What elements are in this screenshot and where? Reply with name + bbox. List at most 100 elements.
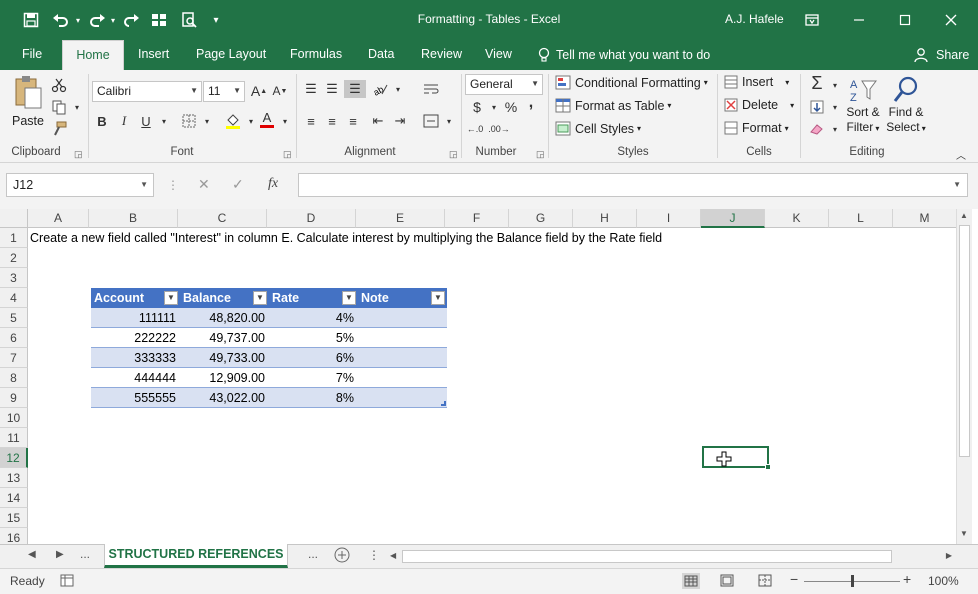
column-header-f[interactable]: F (445, 209, 509, 228)
zoom-slider[interactable] (804, 575, 900, 587)
sheets-ellipsis-right[interactable]: ... (308, 547, 318, 561)
prev-sheet-icon[interactable]: ◀ (28, 549, 36, 560)
comma-button[interactable]: , (522, 94, 540, 112)
row-header-10[interactable]: 10 (0, 408, 28, 428)
table-cell[interactable] (358, 388, 447, 408)
table-cell[interactable]: 111111 (91, 308, 180, 328)
insert-function-icon[interactable]: fx (268, 176, 278, 192)
underline-button[interactable]: U (137, 112, 155, 130)
column-header-j[interactable]: J (701, 209, 765, 228)
tab-file[interactable]: File (8, 40, 56, 70)
font-color-dropdown-icon[interactable]: ▾ (276, 112, 294, 130)
table-cell[interactable]: 12,909.00 (180, 368, 269, 388)
table-cell[interactable]: 555555 (91, 388, 180, 408)
next-sheet-icon[interactable]: ▶ (56, 549, 64, 560)
align-right-icon[interactable]: ≡ (344, 112, 362, 130)
font-size-combo[interactable]: 11 ▼ (203, 81, 245, 102)
row-header-13[interactable]: 13 (0, 468, 28, 488)
font-launcher-icon[interactable]: ◲ (283, 149, 292, 160)
row-header-9[interactable]: 9 (0, 388, 28, 408)
table-header-account[interactable]: Account ▼ (91, 288, 180, 308)
table-cell[interactable] (358, 368, 447, 388)
table-cell[interactable]: 49,733.00 (180, 348, 269, 368)
page-break-view-icon[interactable] (758, 574, 772, 590)
decrease-font-icon[interactable]: A ▼ (271, 82, 289, 100)
increase-decimal-icon[interactable]: ←.0 (466, 120, 484, 138)
horizontal-scroll-thumb[interactable] (402, 550, 892, 563)
table-resize-handle[interactable] (441, 401, 446, 406)
row-header-2[interactable]: 2 (0, 248, 28, 268)
table-cell[interactable] (358, 328, 447, 348)
table-cell[interactable]: 8% (269, 388, 358, 408)
increase-font-icon[interactable]: A ▲ (250, 82, 268, 100)
fill-dropdown-icon[interactable]: ▾ (826, 98, 844, 116)
column-header-e[interactable]: E (356, 209, 445, 228)
normal-view-icon[interactable] (682, 573, 700, 589)
number-launcher-icon[interactable]: ◲ (536, 149, 545, 160)
table-cell[interactable] (358, 308, 447, 328)
column-header-k[interactable]: K (765, 209, 829, 228)
vertical-scrollbar[interactable]: ▲ ▼ (956, 209, 972, 544)
currency-dropdown-icon[interactable]: ▾ (485, 98, 503, 116)
maximize-icon[interactable] (891, 6, 919, 34)
fill-icon[interactable] (808, 98, 826, 116)
scroll-up-icon[interactable]: ▲ (960, 211, 968, 220)
table-cell[interactable]: 5% (269, 328, 358, 348)
row-header-11[interactable]: 11 (0, 428, 28, 448)
format-as-table-button[interactable]: Format as Table ▾ (555, 98, 671, 113)
row-header-5[interactable]: 5 (0, 308, 28, 328)
tab-home[interactable]: Home (62, 40, 124, 70)
table-cell[interactable]: 43,022.00 (180, 388, 269, 408)
row-header-14[interactable]: 14 (0, 488, 28, 508)
clear-dropdown-icon[interactable]: ▾ (826, 120, 844, 138)
table-cell[interactable]: 6% (269, 348, 358, 368)
worksheet-grid[interactable]: ABCDEFGHIJKLM 1 2 3 4 5 6 7 8 9 10 11 12 13 14 15 16 Cr… (0, 209, 978, 544)
top-align-icon[interactable]: ☰ (302, 80, 320, 98)
zoom-out-icon[interactable]: − (790, 571, 798, 587)
cancel-icon[interactable]: ✕ (198, 176, 210, 193)
cell-a1[interactable]: Create a new field called "Interest" in … (30, 228, 662, 248)
tab-insert[interactable]: Insert (124, 40, 183, 70)
cell-styles-button[interactable]: Cell Styles ▾ (555, 121, 641, 136)
row-header-4[interactable]: 4 (0, 288, 28, 308)
middle-align-icon[interactable]: ☰ (323, 80, 341, 98)
filter-dropdown-icon[interactable]: ▼ (253, 291, 267, 305)
column-header-i[interactable]: I (637, 209, 701, 228)
number-format-combo[interactable]: General ▼ (465, 74, 543, 95)
table-cell[interactable]: 49,737.00 (180, 328, 269, 348)
column-header-h[interactable]: H (573, 209, 637, 228)
column-header-c[interactable]: C (178, 209, 267, 228)
format-painter-icon[interactable] (50, 120, 68, 138)
clear-icon[interactable] (808, 120, 826, 138)
table-cell[interactable]: 222222 (91, 328, 180, 348)
column-header-a[interactable]: A (28, 209, 89, 228)
fill-handle[interactable] (765, 464, 771, 470)
bold-button[interactable]: B (93, 112, 111, 130)
column-header-b[interactable]: B (89, 209, 178, 228)
row-header-12[interactable]: 12 (0, 448, 28, 468)
scroll-down-icon[interactable]: ▼ (960, 529, 968, 538)
ribbon-display-icon[interactable] (798, 6, 826, 34)
name-box[interactable]: J12 ▼ (6, 173, 154, 197)
percent-button[interactable]: % (502, 98, 520, 116)
table-cell[interactable]: 4% (269, 308, 358, 328)
page-layout-view-icon[interactable] (720, 574, 734, 590)
enter-icon[interactable]: ✓ (232, 176, 244, 193)
tab-review[interactable]: Review (407, 40, 476, 70)
decrease-indent-icon[interactable]: ⇤ (369, 112, 387, 130)
filter-dropdown-icon[interactable]: ▼ (342, 291, 356, 305)
format-cells-button[interactable]: Format ▾ (724, 121, 789, 135)
borders-icon[interactable] (180, 112, 198, 130)
column-header-m[interactable]: M (893, 209, 957, 228)
table-cell[interactable] (358, 348, 447, 368)
paste-button[interactable]: Paste (8, 74, 48, 142)
expand-formula-icon[interactable]: ▼ (953, 180, 961, 189)
table-cell[interactable]: 333333 (91, 348, 180, 368)
row-header-8[interactable]: 8 (0, 368, 28, 388)
scroll-left-icon[interactable]: ◀ (390, 551, 396, 560)
scroll-right-icon[interactable]: ▶ (946, 551, 952, 560)
merge-center-icon[interactable] (422, 112, 440, 130)
horizontal-scrollbar[interactable]: ◀ ▶ (388, 549, 956, 565)
cut-icon[interactable] (50, 76, 68, 94)
increase-indent-icon[interactable]: ⇥ (391, 112, 409, 130)
